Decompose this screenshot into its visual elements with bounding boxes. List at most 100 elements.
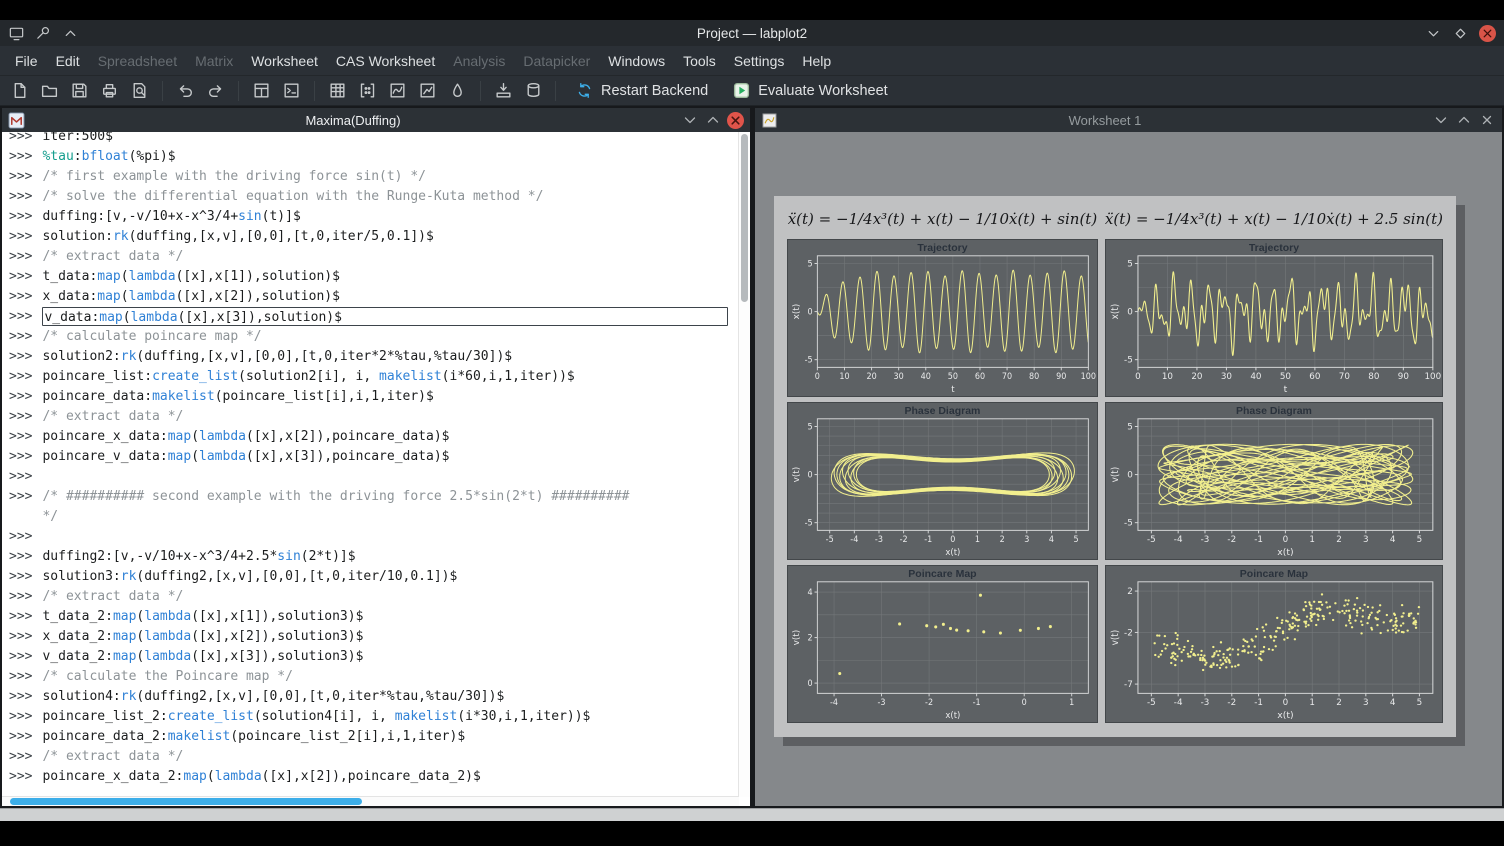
menu-file[interactable]: File <box>6 49 47 73</box>
prompt-label: >>> <box>9 269 32 284</box>
ink-drop-button[interactable] <box>444 78 471 104</box>
svg-text:0: 0 <box>1022 697 1027 707</box>
cas-hscrollbar[interactable] <box>2 796 739 806</box>
code-line: >>>x_data:map(lambda([x],x[2]),solution)… <box>9 287 735 307</box>
code-line: >>>solution3:rk(duffing2,[x,v],[0,0],[t,… <box>9 567 735 587</box>
toolbar-separator <box>162 81 163 101</box>
open-button[interactable] <box>36 78 63 104</box>
import-data-button[interactable] <box>490 78 517 104</box>
worksheet-close-icon[interactable] <box>1478 111 1496 129</box>
code-line-text: /* first example with the driving force … <box>42 167 426 186</box>
svg-text:-5: -5 <box>1147 698 1156 708</box>
cas-vscrollbar[interactable] <box>738 132 750 797</box>
app-icon[interactable] <box>8 25 25 42</box>
svg-text:0: 0 <box>1127 308 1133 318</box>
worksheet-expand-icon[interactable] <box>1455 111 1473 129</box>
print-button[interactable] <box>96 78 123 104</box>
worksheet-collapse-icon[interactable] <box>1432 111 1450 129</box>
maximize-icon[interactable] <box>1452 25 1469 42</box>
prompt-indent <box>9 509 32 524</box>
svg-text:20: 20 <box>1191 372 1202 382</box>
svg-text:2: 2 <box>1127 587 1133 597</box>
svg-text:30: 30 <box>894 371 904 381</box>
new-worksheet-button[interactable] <box>384 78 411 104</box>
new-workbook-button[interactable] <box>248 78 275 104</box>
cas-window: Maxima(Duffing) >>>iter:500$>>>%tau:bflo… <box>2 108 750 806</box>
worksheet-titlebar[interactable]: Worksheet 1 <box>755 108 1502 132</box>
plot-trajectory1[interactable]: Trajectory0102030405060708090100-505tx(t… <box>787 239 1098 397</box>
svg-text:2: 2 <box>1336 535 1342 545</box>
plot-canvas: -5-4-3-2-10123452-2-7x(t)v(t) <box>1106 566 1442 722</box>
code-line: >>>/* extract data */ <box>9 247 735 267</box>
plot-poincare1[interactable]: Poincare Map-4-3-2-101024x(t)v(t) <box>787 565 1098 723</box>
svg-text:70: 70 <box>1339 372 1350 382</box>
import-sql-icon <box>524 81 543 100</box>
cas-close-icon[interactable] <box>727 112 744 129</box>
svg-text:0: 0 <box>808 469 813 479</box>
cas-collapse-icon[interactable] <box>681 111 699 129</box>
plot-trajectory2[interactable]: Trajectory0102030405060708090100-505tx(t… <box>1105 239 1443 397</box>
code-line: >>>poincare_data_2:makelist(poincare_lis… <box>9 727 735 747</box>
evaluate-worksheet-label: Evaluate Worksheet <box>758 83 888 99</box>
cas-expand-icon[interactable] <box>704 111 722 129</box>
cas-titlebar[interactable]: Maxima(Duffing) <box>2 108 750 132</box>
code-line-text: poincare_x_data_2:map(lambda([x],x[2]),p… <box>42 767 480 786</box>
menu-tools[interactable]: Tools <box>674 49 725 73</box>
menu-help[interactable]: Help <box>793 49 840 73</box>
svg-text:-3: -3 <box>878 697 886 707</box>
svg-text:5: 5 <box>1127 423 1133 433</box>
window-title: Project — labplot2 <box>98 26 1406 41</box>
prompt-label: >>> <box>9 489 32 504</box>
worksheet-view[interactable]: ẍ(t) = −1/4x³(t) + x(t) − 1/10ẋ(t) + sin… <box>755 132 1502 806</box>
svg-text:20: 20 <box>866 371 876 381</box>
prompt-label: >>> <box>9 629 32 644</box>
pin-icon[interactable] <box>35 25 52 42</box>
svg-text:-2: -2 <box>1227 698 1236 708</box>
plot-phase1[interactable]: Phase Diagram-5-4-3-2-1012345-505x(t)v(t… <box>787 402 1098 560</box>
prompt-label: >>> <box>9 169 32 184</box>
evaluate-worksheet-button[interactable]: Evaluate Worksheet <box>721 78 899 104</box>
cas-hscroll-thumb[interactable] <box>10 798 362 805</box>
plot-phase2[interactable]: Phase Diagram-5-4-3-2-1012345-505x(t)v(t… <box>1105 402 1443 560</box>
menu-spreadsheet[interactable]: Spreadsheet <box>89 49 186 73</box>
code-line-text: /* extract data */ <box>42 747 183 766</box>
svg-text:-5: -5 <box>826 534 834 544</box>
menu-settings[interactable]: Settings <box>725 49 794 73</box>
save-button[interactable] <box>66 78 93 104</box>
menu-cas-worksheet[interactable]: CAS Worksheet <box>327 49 444 73</box>
cas-code-area[interactable]: >>>iter:500$>>>%tau:bfloat(%pi)$>>>/* fi… <box>2 132 750 806</box>
new-datapicker-icon <box>418 81 437 100</box>
menu-windows[interactable]: Windows <box>599 49 674 73</box>
menu-edit[interactable]: Edit <box>47 49 89 73</box>
restart-backend-button[interactable]: Restart Backend <box>564 78 719 104</box>
prompt-label: >>> <box>9 729 32 744</box>
svg-text:5: 5 <box>808 258 813 268</box>
svg-text:x(t): x(t) <box>792 304 802 320</box>
plot-canvas: 0102030405060708090100-505tx(t) <box>1106 240 1442 396</box>
minimize-icon[interactable] <box>1425 25 1442 42</box>
new-spreadsheet-button[interactable] <box>324 78 351 104</box>
new-datapicker-button[interactable] <box>414 78 441 104</box>
cas-code: >>>iter:500$>>>%tau:bfloat(%pi)$>>>/* fi… <box>9 132 735 797</box>
import-sql-button[interactable] <box>520 78 547 104</box>
prompt-label: >>> <box>9 309 32 324</box>
prompt-label: >>> <box>9 769 32 784</box>
prompt-label: >>> <box>9 709 32 724</box>
svg-text:5: 5 <box>1073 534 1078 544</box>
new-document-button[interactable] <box>6 78 33 104</box>
print-preview-button[interactable] <box>126 78 153 104</box>
redo-button[interactable] <box>202 78 229 104</box>
plot-poincare2[interactable]: Poincare Map-5-4-3-2-10123452-2-7x(t)v(t… <box>1105 565 1443 723</box>
cas-vscroll-thumb[interactable] <box>741 134 748 302</box>
close-icon[interactable] <box>1479 25 1496 42</box>
shade-icon[interactable] <box>62 25 79 42</box>
new-cantor-worksheet-button[interactable] <box>278 78 305 104</box>
menu-datapicker[interactable]: Datapicker <box>514 49 599 73</box>
new-matrix-button[interactable] <box>354 78 381 104</box>
restart-backend-icon <box>575 81 594 100</box>
undo-button[interactable] <box>172 78 199 104</box>
menu-analysis[interactable]: Analysis <box>444 49 514 73</box>
prompt-label: >>> <box>9 469 32 484</box>
menu-worksheet[interactable]: Worksheet <box>242 49 327 73</box>
menu-matrix[interactable]: Matrix <box>186 49 242 73</box>
